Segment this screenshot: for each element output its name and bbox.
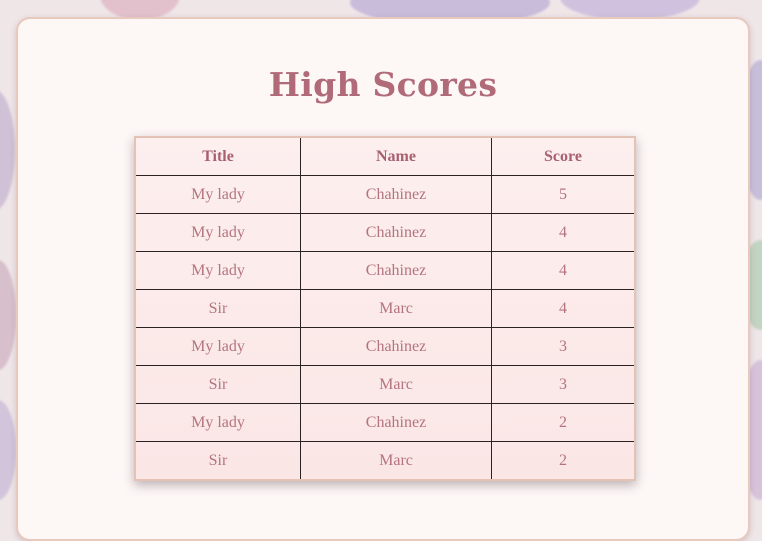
cell-name: Chahinez — [300, 251, 492, 290]
table-row: My lady Chahinez 4 — [136, 251, 634, 290]
table-row: My lady Chahinez 3 — [136, 327, 634, 366]
cell-title: My lady — [136, 327, 301, 366]
cell-score: 2 — [491, 441, 634, 479]
table-row: My lady Chahinez 4 — [136, 213, 634, 252]
table-header-row: Title Name Score — [136, 138, 634, 176]
decor-blob — [0, 90, 15, 210]
cell-title: Sir — [136, 289, 301, 328]
cell-name: Marc — [300, 289, 492, 328]
cell-score: 3 — [491, 365, 634, 404]
decor-blob — [0, 260, 16, 370]
cell-score: 4 — [491, 213, 634, 252]
table-row: Sir Marc 2 — [136, 441, 634, 479]
table-row: Sir Marc 4 — [136, 289, 634, 328]
table-row: My lady Chahinez 5 — [136, 175, 634, 214]
cell-name: Chahinez — [300, 403, 492, 442]
table-row: My lady Chahinez 2 — [136, 403, 634, 442]
cell-title: My lady — [136, 213, 301, 252]
cell-score: 4 — [491, 251, 634, 290]
cell-score: 5 — [491, 175, 634, 214]
decor-blob — [0, 400, 16, 500]
cell-name: Marc — [300, 365, 492, 404]
scores-card: High Scores Title Name Score My lady Cha… — [16, 17, 750, 541]
table-row: Sir Marc 3 — [136, 365, 634, 404]
column-header-score: Score — [491, 138, 634, 176]
cell-title: My lady — [136, 403, 301, 442]
cell-name: Chahinez — [300, 213, 492, 252]
page-title: High Scores — [268, 65, 498, 104]
cell-title: Sir — [136, 365, 301, 404]
cell-title: My lady — [136, 175, 301, 214]
column-header-name: Name — [300, 138, 492, 176]
cell-title: My lady — [136, 251, 301, 290]
cell-score: 4 — [491, 289, 634, 328]
cell-name: Marc — [300, 441, 492, 479]
cell-title: Sir — [136, 441, 301, 479]
cell-name: Chahinez — [300, 175, 492, 214]
cell-name: Chahinez — [300, 327, 492, 366]
column-header-title: Title — [136, 138, 301, 176]
cell-score: 2 — [491, 403, 634, 442]
high-scores-table: Title Name Score My lady Chahinez 5 My l… — [134, 136, 636, 481]
cell-score: 3 — [491, 327, 634, 366]
